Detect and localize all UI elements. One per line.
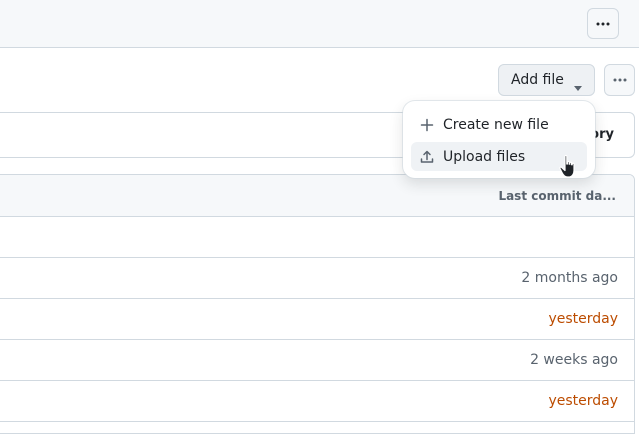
commit-date: 2 weeks ago (530, 352, 618, 368)
kebab-horizontal-icon (612, 72, 628, 88)
table-row[interactable]: yesterday (0, 381, 634, 422)
kebab-horizontal-icon (595, 16, 611, 32)
upload-icon (419, 149, 435, 165)
table-row[interactable] (0, 217, 634, 258)
repo-header-bar (0, 0, 639, 48)
hand-pointer-cursor-icon (558, 154, 580, 184)
plus-icon (419, 117, 435, 133)
triangle-down-icon (574, 79, 582, 95)
commit-date: 2 months ago (521, 270, 618, 286)
menu-item-label: Create new file (443, 116, 549, 133)
table-row[interactable]: 2 months ago (0, 258, 634, 299)
header-more-options-button[interactable] (587, 8, 619, 39)
create-new-file-menu-item[interactable]: Create new file (411, 110, 587, 139)
add-file-button[interactable]: Add file (498, 64, 595, 96)
file-table: Last commit da... 2 months ago yesterday… (0, 174, 635, 434)
commit-date: yesterday (548, 393, 618, 409)
add-file-label: Add file (511, 72, 564, 88)
table-row[interactable]: 2 weeks ago (0, 340, 634, 381)
file-table-header: Last commit da... (0, 175, 634, 217)
file-more-options-button[interactable] (604, 64, 635, 96)
table-row[interactable]: yesterday (0, 299, 634, 340)
commit-date: yesterday (548, 311, 618, 327)
last-commit-date-column-header: Last commit da... (498, 189, 616, 203)
menu-item-label: Upload files (443, 148, 526, 165)
